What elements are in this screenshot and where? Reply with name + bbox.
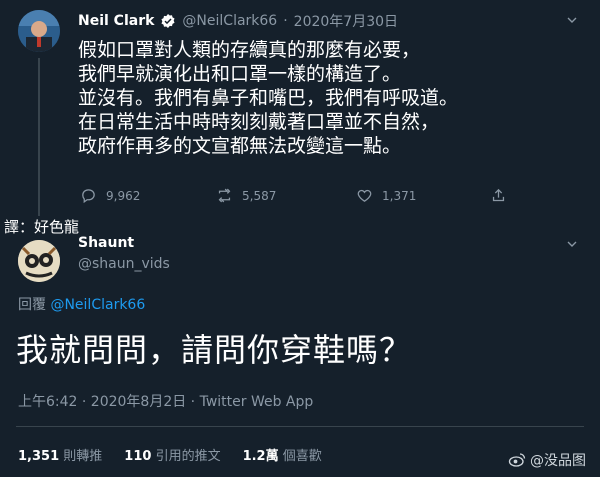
stats-row: 1,351 則轉推 110 引用的推文 1.2萬 個喜歡 [18, 445, 322, 464]
reply-avatar[interactable] [18, 240, 60, 282]
watermark-text: @没品图 [530, 453, 586, 469]
tweet-date[interactable]: 2020年7月30日 [294, 11, 398, 31]
weibo-logo-icon [508, 452, 526, 468]
reply-more-chevron-icon[interactable] [564, 236, 580, 256]
reply-timestamp[interactable]: 上午6:42 · 2020年8月2日 · Twitter Web App [18, 391, 313, 411]
replying-to-label: 回覆 [18, 297, 46, 313]
likes-stat[interactable]: 1.2萬 個喜歡 [243, 445, 322, 464]
replying-to-link[interactable]: @NeilClark66 [50, 297, 145, 313]
tweet-text: 假如口罩對人類的存續真的那麼有必要， 我們早就演化出和口罩一樣的構造了。 並沒有… [78, 39, 459, 157]
retweet-count: 5,587 [242, 188, 277, 203]
thread-line [38, 58, 40, 223]
share-icon [492, 188, 505, 202]
reply-author-name[interactable]: Shaunt [78, 235, 134, 251]
like-icon [357, 189, 372, 202]
reply-count: 9,962 [106, 188, 141, 203]
retweet-icon [218, 188, 231, 203]
dot-separator: · [283, 13, 288, 29]
divider [16, 426, 584, 427]
reply-icon [82, 189, 95, 204]
share-button[interactable] [490, 187, 507, 204]
reply-author-handle[interactable]: @shaun_vids [78, 256, 170, 272]
retweet-button[interactable]: 5,587 [216, 187, 276, 204]
verified-badge-icon [160, 13, 176, 29]
retweets-stat[interactable]: 1,351 則轉推 [18, 445, 102, 464]
author-name[interactable]: Neil Clark [78, 13, 154, 29]
more-chevron-icon[interactable] [564, 12, 580, 32]
like-count: 1,371 [382, 188, 417, 203]
quote-tweets-stat[interactable]: 110 引用的推文 [124, 445, 220, 464]
like-button[interactable]: 1,371 [356, 187, 416, 204]
translator-note: 譯：好色龍 [2, 216, 82, 237]
watermark: @没品图 [508, 450, 586, 470]
reply-text: 我就問問，請問你穿鞋嗎？ [16, 331, 413, 369]
avatar[interactable] [18, 10, 60, 52]
reply-button[interactable]: 9,962 [80, 187, 140, 204]
author-handle[interactable]: @NeilClark66 [182, 13, 277, 29]
